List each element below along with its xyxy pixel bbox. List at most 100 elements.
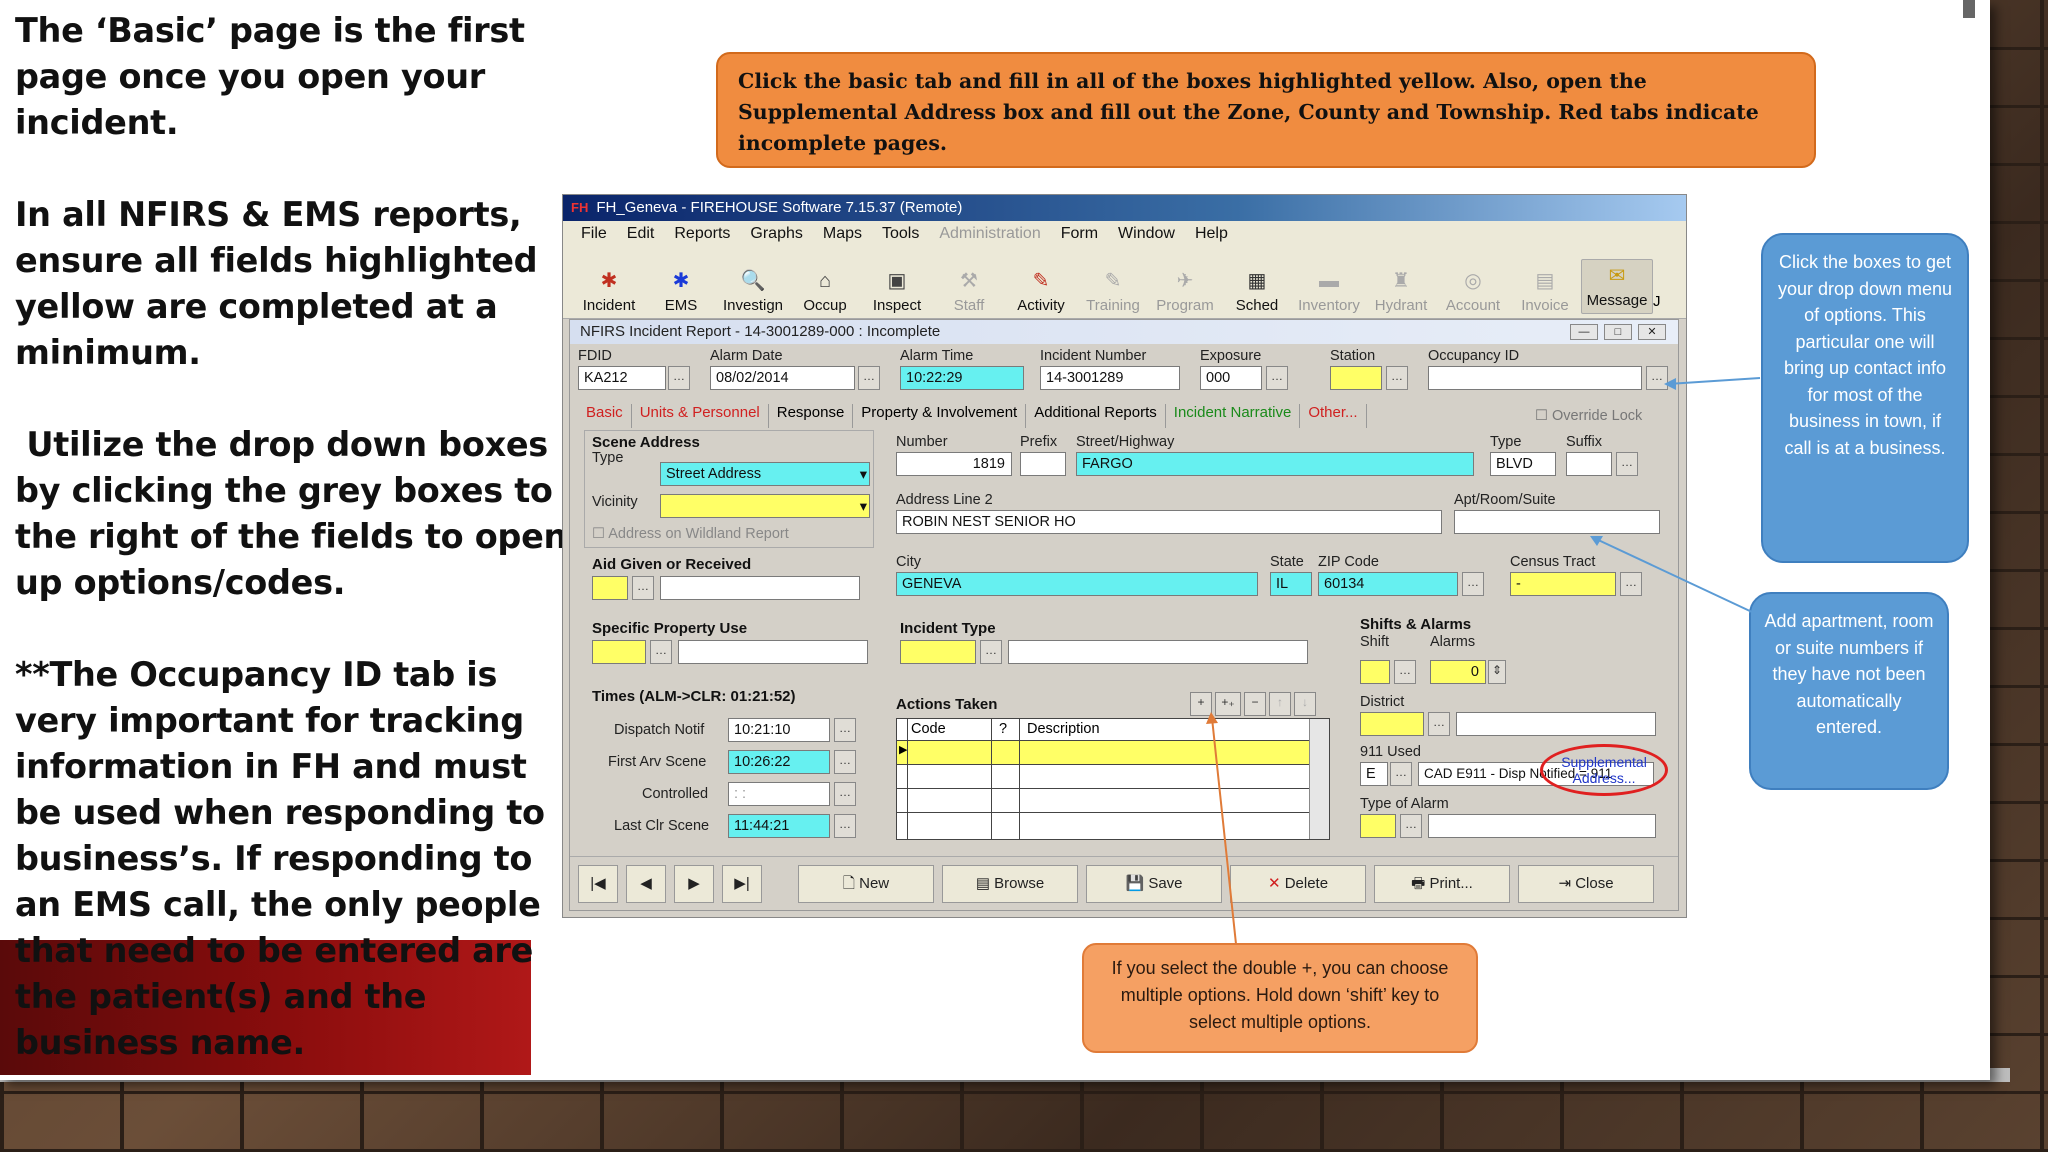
- toolbar-program-button[interactable]: ✈ Program: [1149, 269, 1221, 314]
- tab-additional-reports[interactable]: Additional Reports: [1026, 404, 1166, 428]
- street-field[interactable]: FARGO: [1076, 452, 1474, 476]
- tab-incident-narrative[interactable]: Incident Narrative: [1166, 404, 1301, 428]
- apt-field[interactable]: [1454, 510, 1660, 534]
- toolbar-investign-button[interactable]: 🔍 Investign: [717, 269, 789, 314]
- type-of-alarm-lookup-button[interactable]: …: [1400, 814, 1422, 838]
- toolbar-ems-button[interactable]: ✱ EMS: [645, 269, 717, 314]
- prefix-field[interactable]: [1020, 452, 1066, 476]
- dispatch-field[interactable]: 10:21:10: [728, 718, 830, 742]
- actions-grid[interactable]: Code ? Description ▶: [896, 718, 1330, 840]
- menu-edit[interactable]: Edit: [617, 221, 665, 247]
- aid-description-field[interactable]: [660, 576, 860, 600]
- controlled-lookup-button[interactable]: …: [834, 782, 856, 806]
- menu-help[interactable]: Help: [1185, 221, 1238, 247]
- remove-action-button[interactable]: −: [1244, 692, 1266, 716]
- alarms-stepper[interactable]: ⇕: [1488, 660, 1506, 684]
- type-of-alarm-description-field[interactable]: [1428, 814, 1656, 838]
- next-record-button[interactable]: ▶: [674, 865, 714, 903]
- fdid-lookup-button[interactable]: …: [668, 366, 690, 390]
- toolbar-account-button[interactable]: ◎ Account: [1437, 269, 1509, 314]
- actions-scrollbar[interactable]: [1309, 719, 1329, 839]
- toolbar-inspect-button[interactable]: ▣ Inspect: [861, 269, 933, 314]
- controlled-field[interactable]: : :: [728, 782, 830, 806]
- zip-lookup-button[interactable]: …: [1462, 572, 1484, 596]
- suffix-lookup-button[interactable]: …: [1616, 452, 1638, 476]
- used911-lookup-button[interactable]: …: [1390, 762, 1412, 786]
- property-use-lookup-button[interactable]: …: [650, 640, 672, 664]
- city-field[interactable]: GENEVA: [896, 572, 1258, 596]
- type-of-alarm-field[interactable]: [1360, 814, 1396, 838]
- move-up-button[interactable]: ↑: [1269, 692, 1291, 716]
- maximize-button[interactable]: □: [1604, 324, 1632, 340]
- district-lookup-button[interactable]: …: [1428, 712, 1450, 736]
- menu-graphs[interactable]: Graphs: [740, 221, 812, 247]
- street-type-field[interactable]: BLVD: [1490, 452, 1556, 476]
- delete-button[interactable]: ✕ Delete: [1230, 865, 1366, 903]
- incident-type-lookup-button[interactable]: …: [980, 640, 1002, 664]
- alarm-date-picker-button[interactable]: …: [858, 366, 880, 390]
- incident-type-code-field[interactable]: [900, 640, 976, 664]
- last-record-button[interactable]: ▶|: [722, 865, 762, 903]
- move-down-button[interactable]: ↓: [1294, 692, 1316, 716]
- toolbar-staff-button[interactable]: ⚒ Staff: [933, 269, 1005, 314]
- scene-type-select[interactable]: Street Address ▾: [660, 462, 870, 486]
- shift-field[interactable]: [1360, 660, 1390, 684]
- district-description-field[interactable]: [1456, 712, 1656, 736]
- occupancy-id-field[interactable]: [1428, 366, 1642, 390]
- occupancy-lookup-button[interactable]: …: [1646, 366, 1668, 390]
- zip-field[interactable]: 60134: [1318, 572, 1458, 596]
- station-lookup-button[interactable]: …: [1386, 366, 1408, 390]
- used911-code-field[interactable]: E: [1360, 762, 1388, 786]
- aid-code-field[interactable]: [592, 576, 628, 600]
- first-arrival-lookup-button[interactable]: …: [834, 750, 856, 774]
- previous-record-button[interactable]: ◀: [626, 865, 666, 903]
- close-window-button[interactable]: ✕: [1638, 324, 1666, 340]
- menu-maps[interactable]: Maps: [813, 221, 872, 247]
- tab-property-involvement[interactable]: Property & Involvement: [853, 404, 1027, 428]
- shift-lookup-button[interactable]: …: [1394, 660, 1416, 684]
- toolbar-incident-button[interactable]: ✱ Incident: [573, 269, 645, 314]
- last-clear-field[interactable]: 11:44:21: [728, 814, 830, 838]
- suffix-field[interactable]: [1566, 452, 1612, 476]
- supplemental-address-button[interactable]: Supplemental Address...: [1540, 744, 1668, 796]
- menu-administration[interactable]: Administration: [929, 221, 1050, 247]
- alarms-field[interactable]: 0: [1430, 660, 1486, 684]
- last-clear-lookup-button[interactable]: …: [834, 814, 856, 838]
- exposure-field[interactable]: 000: [1200, 366, 1262, 390]
- toolbar-invoice-button[interactable]: ▤ Invoice: [1509, 269, 1581, 314]
- scrollbar-thumb[interactable]: [1963, 0, 1975, 18]
- toolbar-sched-button[interactable]: ▦ Sched: [1221, 269, 1293, 314]
- override-lock-checkbox[interactable]: ☐ Override Lock: [1535, 408, 1642, 424]
- toolbar-activity-button[interactable]: ✎ Activity: [1005, 269, 1077, 314]
- property-use-code-field[interactable]: [592, 640, 646, 664]
- number-field[interactable]: 1819: [896, 452, 1012, 476]
- first-arrival-field[interactable]: 10:26:22: [728, 750, 830, 774]
- toolbar-message-button[interactable]: ✉ Message: [1581, 259, 1653, 314]
- menu-tools[interactable]: Tools: [872, 221, 929, 247]
- actions-row-active[interactable]: ▶: [897, 741, 1309, 765]
- fdid-field[interactable]: KA212: [578, 366, 666, 390]
- add-action-button[interactable]: +: [1190, 692, 1212, 716]
- first-record-button[interactable]: |◀: [578, 865, 618, 903]
- toolbar-inventory-button[interactable]: ▬ Inventory: [1293, 269, 1365, 314]
- dispatch-lookup-button[interactable]: …: [834, 718, 856, 742]
- tab-basic[interactable]: Basic: [578, 404, 632, 428]
- address-line2-field[interactable]: ROBIN NEST SENIOR HO: [896, 510, 1442, 534]
- browse-button[interactable]: ▤ Browse: [942, 865, 1078, 903]
- property-use-description-field[interactable]: [678, 640, 868, 664]
- close-button[interactable]: ⇥ Close: [1518, 865, 1654, 903]
- district-field[interactable]: [1360, 712, 1424, 736]
- toolbar-hydrant-button[interactable]: ♜ Hydrant: [1365, 269, 1437, 314]
- menu-reports[interactable]: Reports: [664, 221, 740, 247]
- menu-form[interactable]: Form: [1051, 221, 1108, 247]
- minimize-button[interactable]: —: [1570, 324, 1598, 340]
- incident-type-description-field[interactable]: [1008, 640, 1308, 664]
- toolbar-occup-button[interactable]: ⌂ Occup: [789, 269, 861, 314]
- tab-other[interactable]: Other...: [1300, 404, 1367, 428]
- menu-window[interactable]: Window: [1108, 221, 1185, 247]
- save-button[interactable]: 💾 Save: [1086, 865, 1222, 903]
- exposure-lookup-button[interactable]: …: [1266, 366, 1288, 390]
- add-multiple-actions-button[interactable]: +₊: [1215, 692, 1241, 716]
- wildland-checkbox[interactable]: ☐ Address on Wildland Report: [592, 526, 789, 542]
- census-tract-field[interactable]: -: [1510, 572, 1616, 596]
